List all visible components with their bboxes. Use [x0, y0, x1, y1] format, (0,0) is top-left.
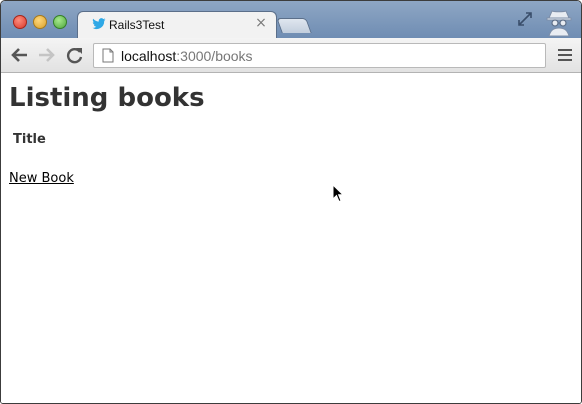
tab-close-button[interactable]: ×	[254, 16, 268, 30]
tab-strip: Rails3Test ×	[1, 1, 581, 39]
mouse-pointer-icon	[332, 184, 344, 203]
browser-window: Rails3Test × localhost:3000/books Listin…	[0, 0, 582, 404]
url-path: :3000/books	[176, 48, 253, 64]
page-title: Listing books	[9, 83, 205, 113]
fullscreen-icon[interactable]	[517, 11, 533, 27]
back-arrow-icon[interactable]	[9, 46, 29, 64]
incognito-icon	[546, 10, 572, 37]
window-minimize-button[interactable]	[33, 15, 47, 29]
reload-icon[interactable]	[65, 46, 85, 64]
url-host: localhost	[121, 48, 177, 64]
tab-title: Rails3Test	[109, 18, 165, 32]
window-controls-right	[517, 5, 575, 37]
table-header-title: Title	[13, 132, 46, 147]
browser-toolbar: localhost:3000/books	[1, 38, 581, 73]
new-book-link[interactable]: New Book	[9, 171, 74, 186]
page-icon	[102, 48, 114, 63]
forward-arrow-icon[interactable]	[37, 46, 57, 64]
tab-rails3test[interactable]: Rails3Test ×	[77, 11, 277, 39]
address-bar[interactable]: localhost:3000/books	[93, 43, 546, 68]
menu-icon[interactable]	[558, 49, 572, 61]
new-tab-button[interactable]	[276, 18, 312, 33]
window-close-button[interactable]	[13, 15, 27, 29]
page-content: Listing books Title New Book	[1, 73, 581, 403]
window-zoom-button[interactable]	[53, 15, 67, 29]
twitter-bird-icon	[92, 18, 106, 30]
url-text[interactable]: localhost:3000/books	[121, 48, 253, 64]
